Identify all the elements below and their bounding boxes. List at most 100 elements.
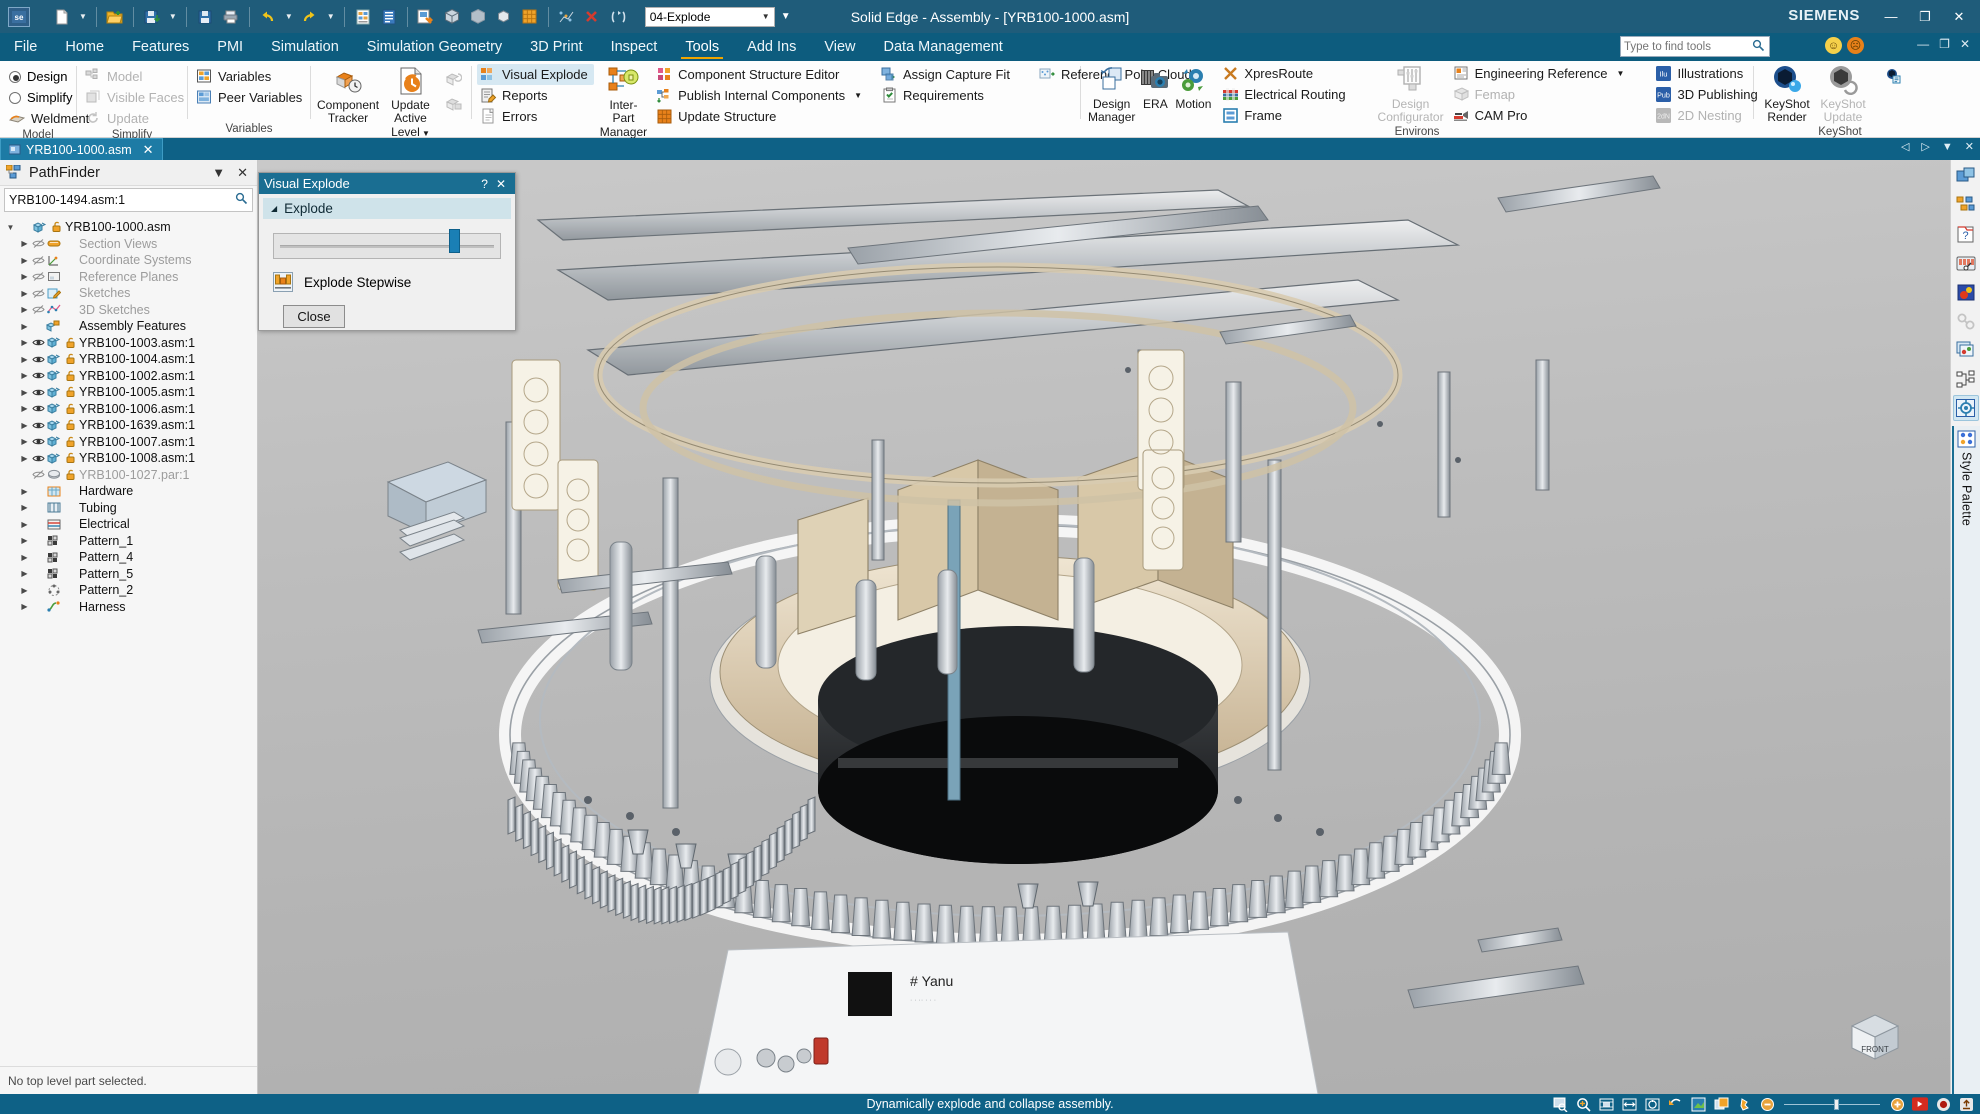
visibility-toggle-icon[interactable]: [31, 453, 46, 464]
collapse-arrow-icon[interactable]: ▶: [18, 520, 31, 529]
ribbon-item-publish-internal-components[interactable]: Publish Internal Components ▼: [653, 85, 868, 106]
visibility-toggle-icon[interactable]: [31, 469, 46, 480]
ribbon-item-reports[interactable]: Reports: [477, 85, 594, 106]
shaded-with-edges-button[interactable]: [440, 5, 464, 29]
tree-item[interactable]: ▶ YRB100-1003.asm:1: [0, 335, 257, 352]
save-button[interactable]: [193, 5, 217, 29]
collapse-arrow-icon[interactable]: ▶: [18, 371, 31, 380]
ribbon-item-update-structure[interactable]: Update Structure: [653, 106, 868, 127]
tree-item[interactable]: ▶ Reference Planes: [0, 269, 257, 286]
restore-button[interactable]: ❐: [1908, 0, 1942, 33]
new-document-dropdown-icon[interactable]: ▼: [76, 12, 90, 21]
search-icon[interactable]: [235, 192, 248, 208]
close-button[interactable]: ✕: [1942, 0, 1976, 33]
visibility-toggle-icon[interactable]: [31, 238, 46, 249]
close-doc-icon[interactable]: ✕: [1965, 140, 1974, 153]
delete-face-button[interactable]: [581, 5, 605, 29]
search-icon[interactable]: [1752, 39, 1765, 55]
chevron-down-icon[interactable]: ▼: [854, 91, 862, 100]
ribbon-item-component-tracker[interactable]: Component Tracker: [316, 64, 380, 127]
document-tab-yrb100-1000[interactable]: YRB100-1000.asm ✕: [0, 138, 163, 160]
parts-list-button[interactable]: [377, 5, 401, 29]
layers-icon[interactable]: [1953, 337, 1979, 363]
zoom-area-icon[interactable]: [1552, 1096, 1568, 1112]
visual-explode-dialog[interactable]: Visual Explode ? ✕ ◢ Explode Explode Ste…: [258, 172, 516, 331]
ribbon-item-visible-faces[interactable]: Visible Faces: [82, 87, 190, 108]
fit-icon[interactable]: [1598, 1096, 1614, 1112]
explode-stepwise-row[interactable]: Explode Stepwise: [273, 272, 515, 292]
redo-dropdown-icon[interactable]: ▼: [324, 12, 338, 21]
tree-item[interactable]: ▶ Assembly Features: [0, 318, 257, 335]
tab-simulation-geometry[interactable]: Simulation Geometry: [353, 36, 516, 61]
ribbon-item-model[interactable]: Model: [82, 66, 148, 87]
next-doc-icon[interactable]: ▷: [1921, 140, 1929, 153]
close-icon[interactable]: ✕: [143, 142, 154, 158]
help-icon[interactable]: ?: [477, 177, 492, 191]
zoom-slider[interactable]: [1784, 1098, 1880, 1110]
tree-item[interactable]: ▶ YRB100-1002.asm:1: [0, 368, 257, 385]
ribbon-item-keyshot-config[interactable]: [1882, 66, 1905, 87]
tree-item[interactable]: ▶ YRB100-1005.asm:1: [0, 384, 257, 401]
undo-dropdown-icon[interactable]: ▼: [282, 12, 296, 21]
tree-item[interactable]: ▶ Electrical: [0, 516, 257, 533]
tree-item[interactable]: ▶ Tubing: [0, 500, 257, 517]
ribbon-item-electrical-routing[interactable]: Electrical Routing: [1219, 84, 1351, 105]
close-icon[interactable]: ✕: [492, 177, 510, 191]
smile-icon[interactable]: ☺: [1825, 37, 1842, 54]
ribbon-item-femap[interactable]: Femap: [1450, 84, 1631, 105]
ribbon-item-keyshot-update[interactable]: KeyShot Update: [1815, 63, 1871, 126]
tree-item[interactable]: ▶ Pattern_5: [0, 566, 257, 583]
help-icon[interactable]: ?: [1953, 221, 1979, 247]
tree-item[interactable]: ▶ Pattern_4: [0, 549, 257, 566]
doc-list-icon[interactable]: ▼: [1942, 141, 1953, 153]
draft-view-button[interactable]: [414, 5, 438, 29]
visibility-toggle-icon[interactable]: [31, 337, 46, 348]
ribbon-restore-icon[interactable]: ❐: [1939, 37, 1950, 51]
redo-button[interactable]: [298, 5, 322, 29]
collapse-arrow-icon[interactable]: ▶: [18, 503, 31, 512]
shaded-icon[interactable]: [1713, 1096, 1729, 1112]
configuration-selector[interactable]: 04-Explode ▼: [644, 6, 775, 27]
record-button[interactable]: [1935, 1096, 1951, 1112]
ribbon-item-era[interactable]: ERA: [1137, 63, 1173, 112]
ribbon-item-motion[interactable]: Motion: [1173, 63, 1213, 112]
find-tools-field[interactable]: [1624, 40, 1742, 53]
ribbon-item-inter-part-manager[interactable]: Inter-Part Manager: [598, 64, 649, 140]
select-tool-button[interactable]: [555, 5, 579, 29]
ribbon-item-update-selected[interactable]: [441, 92, 466, 113]
upload-button[interactable]: [1958, 1096, 1974, 1112]
ribbon-item-assign-capture-fit[interactable]: Assign Capture Fit: [878, 64, 1016, 85]
rotate-view-button[interactable]: [607, 5, 631, 29]
collapse-arrow-icon[interactable]: ▶: [18, 388, 31, 397]
tree-item[interactable]: YRB100-1027.par:1: [0, 467, 257, 484]
visibility-toggle-icon[interactable]: [31, 255, 46, 266]
save-as-dropdown-icon[interactable]: ▼: [166, 12, 180, 21]
tree-item[interactable]: ▶ YRB100-1007.asm:1: [0, 434, 257, 451]
zoom-out-button[interactable]: [1759, 1096, 1775, 1112]
collapse-arrow-icon[interactable]: ▶: [18, 404, 31, 413]
collapse-arrow-icon[interactable]: ▶: [18, 289, 31, 298]
ribbon-item-illustrations[interactable]: Ilu Illustrations: [1652, 63, 1763, 84]
ribbon-close-icon[interactable]: ✕: [1960, 37, 1970, 51]
ribbon-item-design-configurator[interactable]: Design Configurator: [1376, 63, 1446, 126]
relationships-icon[interactable]: [1953, 308, 1979, 334]
visible-edges-button[interactable]: [492, 5, 516, 29]
tree-item[interactable]: ▶ Hardware: [0, 483, 257, 500]
tab-file[interactable]: File: [0, 36, 51, 61]
tree-item[interactable]: ▶ YRB100-1639.asm:1: [0, 417, 257, 434]
shaded-button[interactable]: [466, 5, 490, 29]
ribbon-item-errors[interactable]: Errors: [477, 106, 594, 127]
ribbon-item-requirements[interactable]: Requirements: [878, 85, 1016, 106]
sensors-icon[interactable]: [1953, 250, 1979, 276]
grid-button[interactable]: [518, 5, 542, 29]
collapse-arrow-icon[interactable]: ▶: [18, 272, 31, 281]
collapse-arrow-icon[interactable]: ▶: [18, 355, 31, 364]
save-as-button[interactable]: [140, 5, 164, 29]
visibility-toggle-icon[interactable]: [31, 370, 46, 381]
collapse-arrow-icon[interactable]: ▶: [18, 338, 31, 347]
expand-arrow-icon[interactable]: ▼: [4, 223, 17, 232]
explode-section-header[interactable]: ◢ Explode: [263, 198, 511, 219]
ribbon-item-simplify[interactable]: Simplify: [5, 87, 73, 108]
visibility-toggle-icon[interactable]: [31, 403, 46, 414]
lighting-icon[interactable]: [1736, 1096, 1752, 1112]
